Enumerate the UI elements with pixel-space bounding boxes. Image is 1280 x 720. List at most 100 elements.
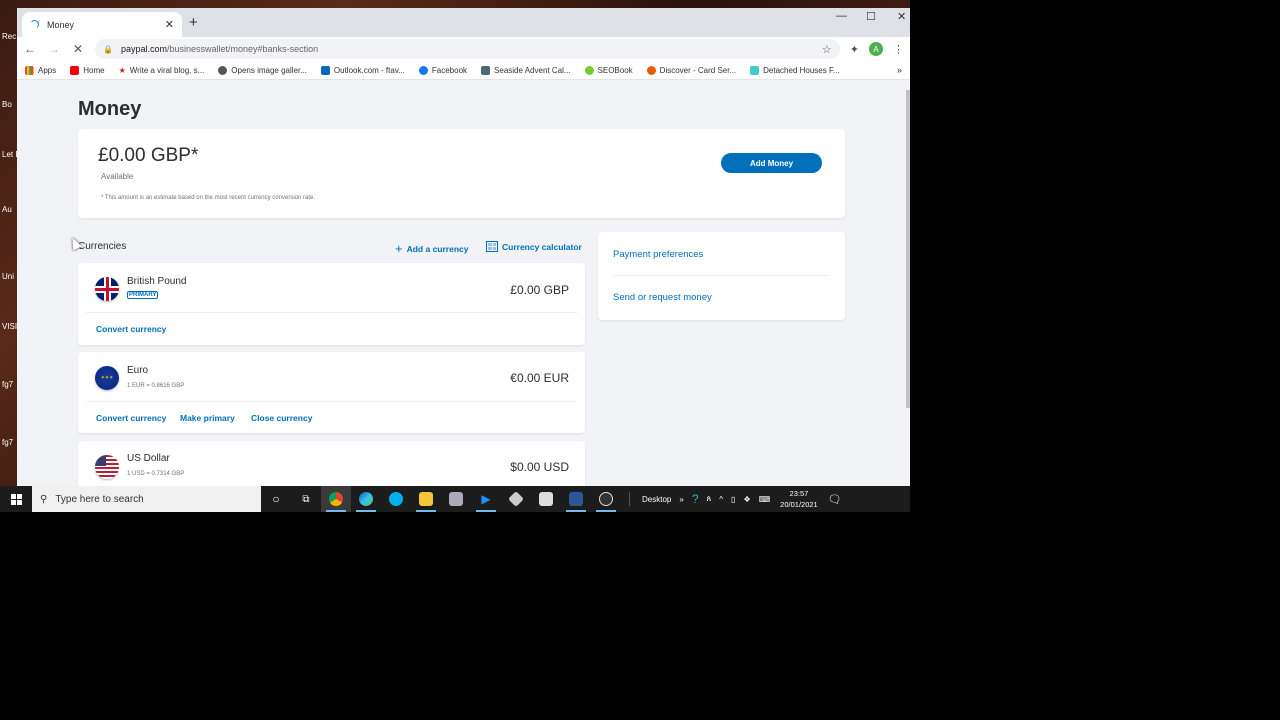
- people-icon[interactable]: ጰ: [703, 494, 716, 504]
- lock-icon: 🔒: [103, 44, 113, 54]
- taskbar-media-player[interactable]: ▶: [471, 486, 501, 512]
- taskbar-file-explorer[interactable]: [411, 486, 441, 512]
- taskbar-word[interactable]: [561, 486, 591, 512]
- show-hidden-icons-chevron[interactable]: ^: [715, 495, 727, 504]
- primary-badge: PRIMARY: [127, 291, 159, 299]
- bookmarks-overflow-button[interactable]: »: [897, 65, 902, 75]
- folder-icon: [419, 492, 433, 506]
- bookmark-seaside-advent[interactable]: Seaside Advent Cal...: [481, 65, 571, 75]
- back-button[interactable]: ←: [23, 42, 37, 56]
- cortana-button[interactable]: ○: [261, 486, 291, 512]
- desktop-icon[interactable]: Rec: [2, 32, 18, 41]
- extensions-puzzle-icon[interactable]: ✦: [850, 43, 859, 56]
- taskbar-search-box[interactable]: ⚲ Type here to search: [32, 486, 261, 512]
- globe-icon: [218, 65, 228, 75]
- close-tab-icon[interactable]: ✕: [165, 18, 174, 31]
- add-currency-link[interactable]: + Add a currency: [395, 241, 468, 256]
- windows-taskbar: ⚲ Type here to search ○ ⧉ ▶ Desktop » ? …: [0, 486, 910, 512]
- divider: [86, 312, 577, 313]
- help-icon[interactable]: ?: [688, 492, 703, 506]
- clock-time: 23:57: [789, 489, 809, 498]
- payment-preferences-link[interactable]: Payment preferences: [613, 249, 703, 260]
- balance-note: * This amount is an estimate based on th…: [101, 195, 315, 201]
- seobook-icon: [584, 65, 594, 75]
- currency-calculator-link[interactable]: Currency calculator: [486, 241, 582, 252]
- page-title: Money: [78, 98, 142, 120]
- keyboard-icon[interactable]: ⌨: [755, 495, 775, 504]
- desktop-icon[interactable]: fg7: [2, 380, 18, 389]
- toolbar-expand-icon[interactable]: »: [675, 495, 687, 504]
- dropbox-icon[interactable]: ❖: [739, 495, 754, 504]
- task-view-button[interactable]: ⧉: [291, 486, 321, 512]
- image-icon: [481, 65, 491, 75]
- maximize-button[interactable]: ☐: [866, 10, 876, 23]
- taskbar-edge[interactable]: [351, 486, 381, 512]
- browser-toolbar: ← → ✕ 🔒 paypal.com/businesswallet/money#…: [17, 37, 910, 61]
- bookmark-outlook[interactable]: Outlook.com - ftav...: [320, 65, 405, 75]
- bookmark-facebook[interactable]: Facebook: [418, 65, 467, 75]
- clock-date: 20/01/2021: [780, 500, 818, 509]
- start-button[interactable]: [0, 493, 32, 505]
- search-icon: ⚲: [40, 493, 48, 505]
- convert-currency-link[interactable]: Convert currency: [96, 324, 166, 334]
- word-icon: [569, 492, 583, 506]
- bookmark-detached-houses[interactable]: Detached Houses F...: [750, 65, 840, 75]
- desktop-icon[interactable]: fg7: [2, 438, 18, 447]
- scrollbar[interactable]: [906, 80, 910, 486]
- store-icon: [539, 492, 553, 506]
- tab-bar: Money ✕ + — ☐ ✕: [17, 8, 910, 37]
- taskbar-clock[interactable]: 23:57 20/01/2021: [774, 488, 824, 510]
- convert-currency-link[interactable]: Convert currency: [96, 413, 166, 423]
- taskbar-skype[interactable]: [381, 486, 411, 512]
- scrollbar-thumb[interactable]: [906, 90, 910, 408]
- balance-label: Available: [101, 172, 134, 181]
- forward-button[interactable]: →: [47, 42, 61, 56]
- currency-card-usd: US Dollar 1 USD = 0.7314 GBP $0.00 USD: [78, 441, 585, 486]
- bookmark-discover[interactable]: Discover - Card Ser...: [646, 65, 736, 75]
- balance-card: £0.00 GBP* Available * This amount is an…: [78, 129, 845, 218]
- desktop-icon[interactable]: Uni: [2, 272, 18, 281]
- quick-links-card: Payment preferences Send or request mone…: [598, 232, 845, 320]
- youtube-icon: [70, 65, 80, 75]
- desktop-icon[interactable]: Au: [2, 205, 18, 214]
- new-tab-button[interactable]: +: [189, 14, 198, 31]
- bookmark-star-icon[interactable]: ☆: [822, 43, 832, 56]
- loading-spinner-icon: [30, 20, 39, 29]
- menu-kebab-icon[interactable]: ⋮: [893, 43, 904, 56]
- address-bar[interactable]: 🔒 paypal.com/businesswallet/money#banks-…: [95, 39, 840, 59]
- add-money-button[interactable]: Add Money: [721, 153, 822, 173]
- edge-icon: [359, 492, 373, 506]
- taskbar-obs[interactable]: [591, 486, 621, 512]
- bookmark-image-gallery[interactable]: Opens image galler...: [218, 65, 307, 75]
- make-primary-link[interactable]: Make primary: [180, 413, 235, 423]
- taskbar-store[interactable]: [531, 486, 561, 512]
- taskbar-app-camera[interactable]: [441, 486, 471, 512]
- taskbar-chrome[interactable]: [321, 486, 351, 512]
- close-window-button[interactable]: ✕: [897, 10, 906, 23]
- tab-title: Money: [47, 19, 75, 30]
- currency-card-eur: ✶✶✶ Euro 1 EUR = 0.8616 GBP €0.00 EUR Co…: [78, 352, 585, 433]
- url-domain: paypal.com: [120, 44, 167, 54]
- bookmark-apps[interactable]: Apps: [25, 65, 56, 75]
- profile-avatar[interactable]: A: [869, 42, 883, 56]
- battery-icon[interactable]: ▯: [727, 495, 739, 504]
- bookmarks-bar: Apps Home ★ Write a viral blog, s... Open…: [17, 61, 910, 80]
- desktop-icon[interactable]: Let Ema: [2, 150, 18, 159]
- taskbar-app-storage[interactable]: [501, 486, 531, 512]
- close-currency-link[interactable]: Close currency: [251, 413, 312, 423]
- desktop-toolbar[interactable]: Desktop: [638, 495, 675, 504]
- balance-amount: £0.00 GBP*: [98, 145, 199, 166]
- action-center-icon[interactable]: 🗨: [824, 493, 846, 506]
- tab-money[interactable]: Money ✕: [22, 12, 182, 37]
- desktop-icon[interactable]: VISI: [2, 322, 18, 331]
- desktop-icon[interactable]: Bo: [2, 100, 18, 109]
- bookmark-seobook[interactable]: SEOBook: [584, 65, 633, 75]
- send-request-money-link[interactable]: Send or request money: [613, 292, 712, 303]
- currency-amount: €0.00 EUR: [510, 371, 569, 385]
- minimize-button[interactable]: —: [836, 10, 847, 22]
- obs-icon: [599, 492, 613, 506]
- bookmark-viral-blog[interactable]: ★ Write a viral blog, s...: [119, 66, 205, 75]
- task-view-icon: ⧉: [302, 493, 310, 505]
- bookmark-home[interactable]: Home: [70, 65, 105, 75]
- stop-loading-button[interactable]: ✕: [71, 42, 85, 56]
